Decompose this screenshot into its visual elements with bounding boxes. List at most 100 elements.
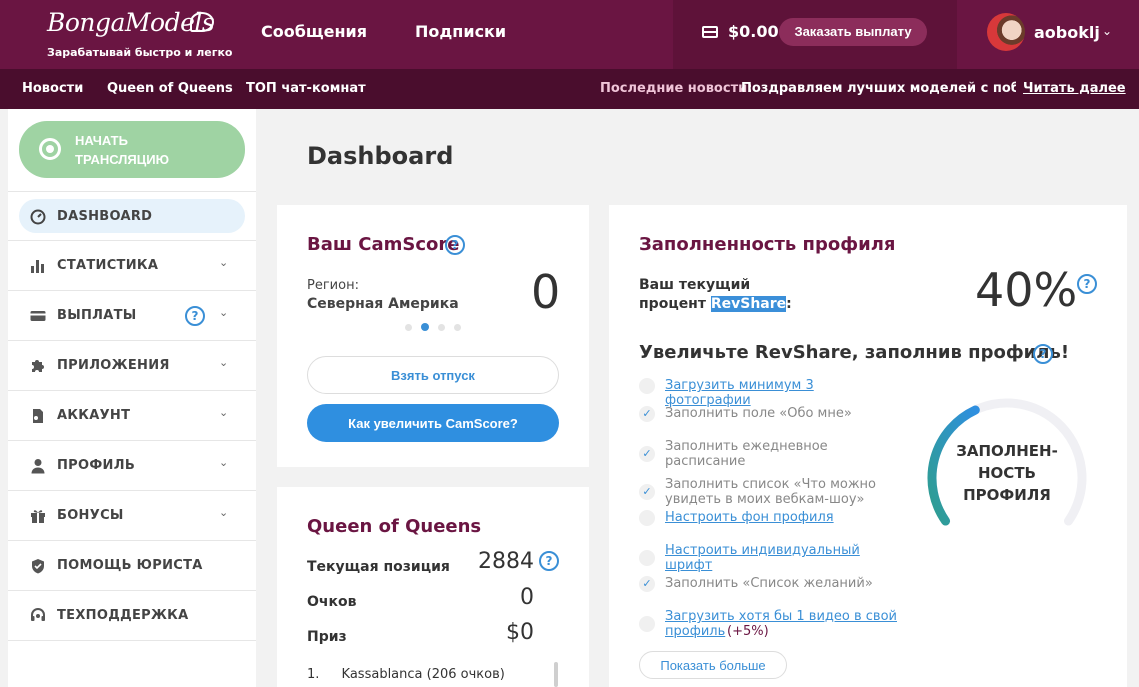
profile-task-text: Заполнить поле «Обо мне» bbox=[665, 406, 852, 421]
points-value: 0 bbox=[520, 585, 534, 610]
start-broadcast-button[interactable]: НАЧАТЬ ТРАНСЛЯЦИЮ bbox=[19, 121, 245, 178]
profile-completeness-card: Заполненность профиля Ваш текущий процен… bbox=[609, 205, 1127, 687]
username[interactable]: aoboklj bbox=[1034, 23, 1100, 42]
current-position-value: 2884 bbox=[478, 549, 534, 574]
prize-value: $0 bbox=[506, 620, 534, 645]
profile-completeness-title: Заполненность профиля bbox=[639, 234, 896, 255]
sidebar-item-statistics[interactable]: СТАТИСТИКА ⌄ bbox=[8, 241, 256, 291]
show-more-button[interactable]: Показать больше bbox=[639, 651, 787, 679]
subnav-queen-of-queens[interactable]: Queen of Queens bbox=[107, 81, 233, 96]
sidebar-item-support[interactable]: ТЕХПОДДЕРЖКА bbox=[8, 591, 256, 641]
sidebar-item-account[interactable]: АККАУНТ ⌄ bbox=[8, 391, 256, 441]
sidebar-item-profile[interactable]: ПРОФИЛЬ ⌄ bbox=[8, 441, 256, 491]
wallet-icon bbox=[702, 26, 718, 38]
improve-camscore-button[interactable]: Как увеличить CamScore? bbox=[307, 404, 559, 442]
sidebar: НАЧАТЬ ТРАНСЛЯЦИЮ DASHBOARD СТАТИСТИКА ⌄… bbox=[8, 109, 256, 687]
chevron-down-icon[interactable]: ⌄ bbox=[219, 356, 228, 369]
gauge-label: ЗАПОЛНЕН-НОСТЬ ПРОФИЛЯ bbox=[956, 442, 1058, 504]
profile-task-text[interactable]: Загрузить минимум 3 фотографии bbox=[665, 378, 897, 408]
leaderboard-row: 1. Kassablanca (206 очков) bbox=[307, 667, 505, 682]
prize-label: Приз bbox=[307, 629, 347, 645]
camscore-title: Ваш CamScore bbox=[307, 234, 460, 255]
top-header: BongaModels Зарабатывай быстро и легко С… bbox=[0, 0, 1139, 69]
circle-icon bbox=[639, 616, 655, 632]
read-more-link[interactable]: Читать далее bbox=[1023, 81, 1126, 96]
balance-area: $0.00 Заказать выплату bbox=[673, 0, 957, 69]
user-icon bbox=[31, 459, 45, 474]
queen-title: Queen of Queens bbox=[307, 516, 482, 537]
chevron-down-icon[interactable]: ⌄ bbox=[219, 456, 228, 469]
revshare-label: Ваш текущий процент RevShare: bbox=[639, 276, 799, 314]
camscore-card: Ваш CamScore ? Регион: Северная Америка … bbox=[277, 205, 589, 467]
region-value: Северная Америка bbox=[307, 296, 459, 312]
request-payout-button[interactable]: Заказать выплату bbox=[779, 18, 927, 46]
chevron-down-icon[interactable]: ⌄ bbox=[219, 306, 228, 319]
user-menu[interactable]: aoboklj ⌄ bbox=[957, 0, 1139, 69]
sidebar-item-apps[interactable]: ПРИЛОЖЕНИЯ ⌄ bbox=[8, 341, 256, 391]
help-icon[interactable]: ? bbox=[539, 551, 559, 571]
sidebar-item-label: ВЫПЛАТЫ bbox=[57, 308, 137, 323]
points-label: Очков bbox=[307, 594, 357, 610]
region-label: Регион: bbox=[307, 278, 359, 293]
sidebar-item-label: СТАТИСТИКА bbox=[57, 258, 159, 273]
circle-icon bbox=[639, 377, 655, 394]
chevron-down-icon[interactable]: ⌄ bbox=[1102, 24, 1112, 38]
carousel-dot[interactable] bbox=[454, 324, 461, 331]
nav-messages[interactable]: Сообщения bbox=[261, 22, 367, 41]
speedometer-icon bbox=[30, 209, 46, 225]
balance-value: $0.00 bbox=[728, 22, 779, 41]
profile-task-text: Заполнить «Список желаний» bbox=[665, 576, 873, 591]
sidebar-item-payouts[interactable]: ВЫПЛАТЫ ? ⌄ bbox=[8, 291, 256, 341]
help-icon[interactable]: ? bbox=[1077, 274, 1097, 294]
sidebar-item-label: ПОМОЩЬ ЮРИСТА bbox=[57, 558, 203, 573]
nav-subscriptions[interactable]: Подписки bbox=[415, 22, 506, 41]
help-icon[interactable]: ? bbox=[1033, 344, 1053, 364]
scrollbar[interactable] bbox=[554, 662, 558, 687]
sidebar-item-label: АККАУНТ bbox=[57, 408, 131, 423]
help-icon[interactable]: ? bbox=[445, 235, 465, 255]
chat-bubble-icon bbox=[190, 12, 214, 32]
sidebar-item-label: ПРИЛОЖЕНИЯ bbox=[57, 358, 170, 373]
revshare-highlight: RevShare bbox=[710, 296, 787, 312]
avatar[interactable] bbox=[987, 13, 1025, 51]
carousel-dot[interactable] bbox=[405, 324, 412, 331]
leader-points: (206 очков) bbox=[426, 667, 505, 682]
profile-task-text[interactable]: Настроить индивидуальный шрифт bbox=[665, 543, 897, 573]
check-icon: ✓ bbox=[639, 484, 655, 500]
increase-revshare-title: Увеличьте RevShare, заполнив профиль! bbox=[639, 342, 1070, 363]
shield-icon bbox=[32, 559, 44, 574]
profile-task-text: Заполнить список «Что можно увидеть в мо… bbox=[665, 477, 877, 507]
subnav-top-chatrooms[interactable]: ТОП чат-комнат bbox=[246, 81, 366, 96]
document-icon bbox=[33, 409, 43, 423]
sidebar-item-label: БОНУСЫ bbox=[57, 508, 124, 523]
sidebar-item-bonuses[interactable]: БОНУСЫ ⌄ bbox=[8, 491, 256, 541]
bar-chart-icon bbox=[31, 260, 44, 273]
chevron-down-icon[interactable]: ⌄ bbox=[219, 506, 228, 519]
puzzle-icon bbox=[32, 360, 44, 372]
vacation-button[interactable]: Взять отпуск bbox=[307, 356, 559, 394]
sidebar-item-dashboard[interactable]: DASHBOARD bbox=[8, 191, 256, 241]
sidebar-item-legal-help[interactable]: ПОМОЩЬ ЮРИСТА bbox=[8, 541, 256, 591]
carousel-dot[interactable] bbox=[438, 324, 445, 331]
headset-icon bbox=[31, 608, 45, 621]
profile-task-text[interactable]: Загрузить хотя бы 1 видео в свой профиль bbox=[665, 609, 897, 639]
sidebar-item-label: ТЕХПОДДЕРЖКА bbox=[57, 608, 189, 623]
sidebar-item-label: DASHBOARD bbox=[57, 209, 153, 224]
logo[interactable]: BongaModels Зарабатывай быстро и легко bbox=[47, 8, 233, 63]
leader-rank: 1. bbox=[307, 667, 320, 682]
page-title: Dashboard bbox=[307, 142, 454, 170]
start-broadcast-label: НАЧАТЬ ТРАНСЛЯЦИЮ bbox=[75, 133, 170, 167]
carousel-dot-active[interactable] bbox=[421, 323, 429, 331]
circle-icon bbox=[639, 509, 655, 526]
help-icon[interactable]: ? bbox=[185, 306, 205, 326]
leader-name: Kassablanca bbox=[341, 667, 423, 682]
revshare-value: 40% bbox=[975, 263, 1078, 317]
gift-icon bbox=[31, 510, 45, 523]
camscore-value: 0 bbox=[531, 265, 561, 319]
profile-task-text: Заполнить ежедневное расписание bbox=[665, 439, 828, 469]
chevron-down-icon[interactable]: ⌄ bbox=[219, 406, 228, 419]
chevron-down-icon[interactable]: ⌄ bbox=[219, 256, 228, 269]
credit-card-icon bbox=[30, 311, 46, 321]
subnav-news[interactable]: Новости bbox=[22, 81, 83, 96]
profile-task-text[interactable]: Настроить фон профиля bbox=[665, 510, 897, 525]
